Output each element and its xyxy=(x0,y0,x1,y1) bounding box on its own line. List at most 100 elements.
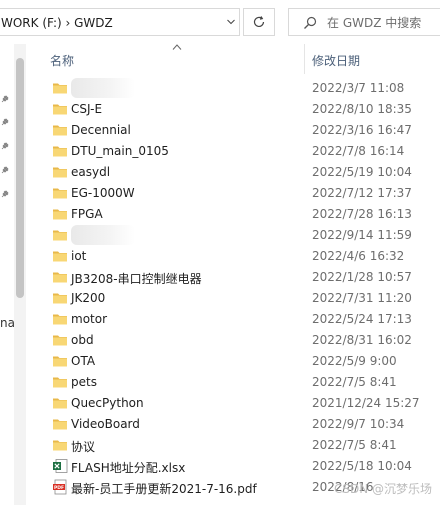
pdf-file-icon: PDF xyxy=(53,479,67,495)
file-modified-date: 2022/9/14 11:59 xyxy=(312,228,412,242)
pin-icon[interactable] xyxy=(0,141,10,151)
file-name[interactable]: obd xyxy=(71,333,94,347)
file-row[interactable]: PDF 最新-员工手册更新2021-7-16.pdf 2022/8/16 xyxy=(26,477,440,498)
file-row[interactable]: DTU_main_0105 2022/7/8 16:14 xyxy=(26,141,440,162)
file-name[interactable]: QuecPython xyxy=(71,396,144,410)
folder-icon xyxy=(53,83,67,94)
file-modified-date: 2022/5/18 10:04 xyxy=(312,459,412,473)
pin-icon[interactable] xyxy=(0,165,10,175)
folder-icon xyxy=(53,377,67,388)
file-name[interactable]: FLASH地址分配.xlsx xyxy=(71,459,185,476)
file-name[interactable]: pets xyxy=(71,375,97,389)
file-name[interactable]: 协议 xyxy=(71,438,95,455)
folder-icon xyxy=(53,335,67,346)
pin-icon[interactable] xyxy=(0,94,10,104)
address-path[interactable]: WORK (F:) › GWDZ xyxy=(1,9,113,37)
file-row[interactable]: OTA 2022/5/9 9:00 xyxy=(26,351,440,372)
file-row[interactable]: 协议 2022/7/5 8:41 xyxy=(26,435,440,456)
file-row[interactable]: motor 2022/5/24 17:13 xyxy=(26,309,440,330)
search-icon xyxy=(304,16,317,29)
file-modified-date: 2022/4/6 16:32 xyxy=(312,249,405,263)
folder-icon xyxy=(53,146,67,157)
folder-icon xyxy=(53,167,67,178)
file-row[interactable]: JK200 2022/7/31 11:20 xyxy=(26,288,440,309)
svg-text:PDF: PDF xyxy=(54,485,64,491)
file-modified-date: 2022/7/31 11:20 xyxy=(312,291,412,305)
file-row[interactable]: 2022/9/14 11:59 xyxy=(26,225,440,246)
column-header-date[interactable]: 修改日期 xyxy=(312,52,360,69)
address-dropdown-button[interactable] xyxy=(222,8,240,36)
file-row[interactable]: obd 2022/8/31 16:02 xyxy=(26,330,440,351)
file-row[interactable]: EG-1000W 2022/7/12 17:37 xyxy=(26,183,440,204)
file-row[interactable]: Decennial 2022/3/16 16:47 xyxy=(26,120,440,141)
pin-icon[interactable] xyxy=(0,189,10,199)
file-modified-date: 2022/8/31 16:02 xyxy=(312,333,412,347)
folder-icon xyxy=(53,104,67,115)
file-row[interactable]: pets 2022/7/5 8:41 xyxy=(26,372,440,393)
search-field[interactable]: 在 GWDZ 中搜索 xyxy=(288,8,440,36)
file-row[interactable]: VideoBoard 2022/9/7 10:34 xyxy=(26,414,440,435)
pin-icon[interactable] xyxy=(0,117,10,127)
folder-icon xyxy=(53,314,67,325)
file-name[interactable]: OTA xyxy=(71,354,95,368)
file-row[interactable]: JB3208-串口控制继电器 2022/1/28 10:57 xyxy=(26,267,440,288)
nav-scrollbar-thumb[interactable] xyxy=(16,58,24,298)
excel-file-icon xyxy=(53,459,68,473)
folder-icon xyxy=(53,188,67,199)
file-name[interactable]: DTU_main_0105 xyxy=(71,144,169,158)
file-name[interactable]: motor xyxy=(71,312,107,326)
refresh-icon xyxy=(253,16,265,28)
column-header-name[interactable]: 名称 xyxy=(50,52,74,69)
file-row[interactable]: QuecPython 2021/12/24 15:27 xyxy=(26,393,440,414)
file-row[interactable]: FPGA 2022/7/28 16:13 xyxy=(26,204,440,225)
file-row[interactable]: 2022/3/7 11:08 xyxy=(26,78,440,99)
file-modified-date: 2022/7/5 8:41 xyxy=(312,375,397,389)
folder-icon xyxy=(53,272,67,283)
folder-icon xyxy=(53,209,67,220)
file-name[interactable]: Decennial xyxy=(71,123,131,137)
folder-icon xyxy=(53,398,67,409)
navigation-pane: na xyxy=(0,44,15,505)
file-name[interactable]: FPGA xyxy=(71,207,103,221)
file-modified-date: 2022/7/28 16:13 xyxy=(312,207,412,221)
file-name[interactable]: iot xyxy=(71,249,86,263)
sort-ascending-icon xyxy=(172,44,182,50)
file-name[interactable]: JB3208-串口控制继电器 xyxy=(71,270,202,287)
file-modified-date: 2021/12/24 15:27 xyxy=(312,396,420,410)
file-name[interactable]: JK200 xyxy=(71,291,105,305)
refresh-button[interactable] xyxy=(243,8,275,36)
file-modified-date: 2022/9/7 10:34 xyxy=(312,417,405,431)
file-name[interactable]: easydl xyxy=(71,165,110,179)
file-name[interactable]: EG-1000W xyxy=(71,186,135,200)
file-modified-date: 2022/7/5 8:41 xyxy=(312,438,397,452)
file-modified-date: 2022/3/7 11:08 xyxy=(312,81,405,95)
folder-icon xyxy=(53,251,67,262)
file-modified-date: 2022/8/16 xyxy=(312,480,374,494)
file-modified-date: 2022/7/12 17:37 xyxy=(312,186,412,200)
folder-icon xyxy=(53,356,67,367)
folder-icon xyxy=(53,125,67,136)
redacted-name xyxy=(71,225,135,245)
toolbar: WORK (F:) › GWDZ 在 GWDZ 中搜索 xyxy=(0,0,440,44)
chevron-down-icon xyxy=(227,19,235,25)
search-placeholder: 在 GWDZ 中搜索 xyxy=(327,16,422,30)
file-name[interactable]: 最新-员工手册更新2021-7-16.pdf xyxy=(71,480,257,497)
nav-item-label[interactable]: na xyxy=(0,316,15,330)
nav-scrollbar[interactable] xyxy=(14,44,26,505)
file-name[interactable]: VideoBoard xyxy=(71,417,140,431)
file-modified-date: 2022/5/24 17:13 xyxy=(312,312,412,326)
redacted-name xyxy=(71,78,135,98)
file-modified-date: 2022/5/9 9:00 xyxy=(312,354,397,368)
file-name[interactable]: CSJ-E xyxy=(71,102,102,116)
address-bar[interactable]: WORK (F:) › GWDZ xyxy=(0,8,240,36)
file-row[interactable]: iot 2022/4/6 16:32 xyxy=(26,246,440,267)
file-modified-date: 2022/3/16 16:47 xyxy=(312,123,412,137)
file-row[interactable]: easydl 2022/5/19 10:04 xyxy=(26,162,440,183)
column-divider[interactable] xyxy=(304,44,305,74)
folder-icon xyxy=(53,440,67,451)
file-modified-date: 2022/1/28 10:57 xyxy=(312,270,412,284)
file-row[interactable]: FLASH地址分配.xlsx 2022/5/18 10:04 xyxy=(26,456,440,477)
folder-icon xyxy=(53,293,67,304)
file-row[interactable]: CSJ-E 2022/8/10 18:35 xyxy=(26,99,440,120)
column-header-row: 名称 修改日期 xyxy=(26,44,440,76)
